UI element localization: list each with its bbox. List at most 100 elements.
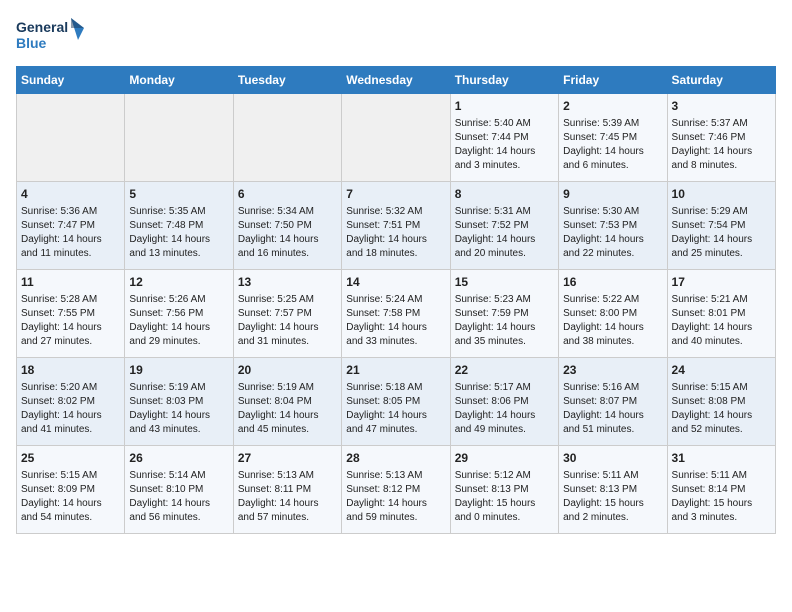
calendar-cell: 21Sunrise: 5:18 AM Sunset: 8:05 PM Dayli… [342, 358, 450, 446]
calendar-cell: 25 Sunrise: 5:15 AM Sunset: 8:09 PM Dayli… [17, 446, 125, 534]
day-info: Sunrise: 5:35 AM Sunset: 7:48 PM Dayligh… [129, 205, 228, 261]
calendar-cell: 24 Sunrise: 5:15 AM Sunset: 8:08 PM Dayli… [667, 358, 775, 446]
calendar-cell: 26 Sunrise: 5:14 AM Sunset: 8:10 PM Dayli… [125, 446, 233, 534]
day-number: 23 [563, 362, 662, 379]
day-number: 24 [672, 362, 771, 379]
day-info: Sunrise: 5:26 AM Sunset: 7:56 PM Dayligh… [129, 293, 228, 349]
svg-text:General: General [16, 19, 68, 35]
weekday-header: Sunday [17, 67, 125, 94]
calendar-cell: 1Sunrise: 5:40 AM Sunset: 7:44 PM Daylig… [450, 94, 558, 182]
day-number: 15 [455, 274, 554, 291]
calendar-cell: 15 Sunrise: 5:23 AM Sunset: 7:59 PM Dayli… [450, 270, 558, 358]
day-info: Sunrise: 5:36 AM Sunset: 7:47 PM Dayligh… [21, 205, 120, 261]
calendar-cell [125, 94, 233, 182]
calendar-cell [17, 94, 125, 182]
calendar-cell: 10Sunrise: 5:29 AM Sunset: 7:54 PM Dayli… [667, 182, 775, 270]
day-info: Sunrise: 5:11 AM Sunset: 8:14 PM Dayligh… [672, 469, 771, 525]
day-number: 30 [563, 450, 662, 467]
weekday-header: Thursday [450, 67, 558, 94]
day-number: 12 [129, 274, 228, 291]
calendar-week-row: 11 Sunrise: 5:28 AM Sunset: 7:55 PM Dayli… [17, 270, 776, 358]
day-number: 26 [129, 450, 228, 467]
svg-text:Blue: Blue [16, 35, 47, 51]
day-number: 17 [672, 274, 771, 291]
calendar-cell: 3 Sunrise: 5:37 AM Sunset: 7:46 PM Daylig… [667, 94, 775, 182]
calendar-cell: 13Sunrise: 5:25 AM Sunset: 7:57 PM Dayli… [233, 270, 341, 358]
calendar-cell [233, 94, 341, 182]
day-info: Sunrise: 5:12 AM Sunset: 8:13 PM Dayligh… [455, 469, 554, 525]
day-number: 27 [238, 450, 337, 467]
day-number: 11 [21, 274, 120, 291]
day-info: Sunrise: 5:29 AM Sunset: 7:54 PM Dayligh… [672, 205, 771, 261]
day-number: 5 [129, 186, 228, 203]
day-info: Sunrise: 5:18 AM Sunset: 8:05 PM Dayligh… [346, 381, 445, 437]
day-number: 4 [21, 186, 120, 203]
calendar-cell: 11 Sunrise: 5:28 AM Sunset: 7:55 PM Dayli… [17, 270, 125, 358]
day-info: Sunrise: 5:32 AM Sunset: 7:51 PM Dayligh… [346, 205, 445, 261]
day-number: 3 [672, 98, 771, 115]
day-number: 19 [129, 362, 228, 379]
calendar-cell: 16Sunrise: 5:22 AM Sunset: 8:00 PM Dayli… [559, 270, 667, 358]
calendar-week-row: 1Sunrise: 5:40 AM Sunset: 7:44 PM Daylig… [17, 94, 776, 182]
day-number: 20 [238, 362, 337, 379]
calendar-cell: 18 Sunrise: 5:20 AM Sunset: 8:02 PM Dayli… [17, 358, 125, 446]
calendar-cell: 17 Sunrise: 5:21 AM Sunset: 8:01 PM Dayli… [667, 270, 775, 358]
logo-svg: General Blue [16, 16, 86, 58]
calendar-cell: 5 Sunrise: 5:35 AM Sunset: 7:48 PM Daylig… [125, 182, 233, 270]
day-number: 13 [238, 274, 337, 291]
day-info: Sunrise: 5:34 AM Sunset: 7:50 PM Dayligh… [238, 205, 337, 261]
weekday-header: Friday [559, 67, 667, 94]
day-info: Sunrise: 5:30 AM Sunset: 7:53 PM Dayligh… [563, 205, 662, 261]
day-number: 9 [563, 186, 662, 203]
day-number: 28 [346, 450, 445, 467]
day-info: Sunrise: 5:23 AM Sunset: 7:59 PM Dayligh… [455, 293, 554, 349]
day-info: Sunrise: 5:11 AM Sunset: 8:13 PM Dayligh… [563, 469, 662, 525]
calendar-week-row: 18 Sunrise: 5:20 AM Sunset: 8:02 PM Dayli… [17, 358, 776, 446]
logo: General Blue [16, 16, 86, 58]
day-number: 2 [563, 98, 662, 115]
calendar-cell: 19Sunrise: 5:19 AM Sunset: 8:03 PM Dayli… [125, 358, 233, 446]
day-info: Sunrise: 5:22 AM Sunset: 8:00 PM Dayligh… [563, 293, 662, 349]
weekday-header-row: SundayMondayTuesdayWednesdayThursdayFrid… [17, 67, 776, 94]
calendar-cell: 30 Sunrise: 5:11 AM Sunset: 8:13 PM Dayli… [559, 446, 667, 534]
weekday-header: Monday [125, 67, 233, 94]
weekday-header: Wednesday [342, 67, 450, 94]
day-number: 14 [346, 274, 445, 291]
day-info: Sunrise: 5:31 AM Sunset: 7:52 PM Dayligh… [455, 205, 554, 261]
calendar-cell: 23 Sunrise: 5:16 AM Sunset: 8:07 PM Dayli… [559, 358, 667, 446]
day-info: Sunrise: 5:21 AM Sunset: 8:01 PM Dayligh… [672, 293, 771, 349]
calendar-cell [342, 94, 450, 182]
day-info: Sunrise: 5:16 AM Sunset: 8:07 PM Dayligh… [563, 381, 662, 437]
calendar-cell: 2Sunrise: 5:39 AM Sunset: 7:45 PM Daylig… [559, 94, 667, 182]
day-info: Sunrise: 5:40 AM Sunset: 7:44 PM Dayligh… [455, 117, 554, 173]
day-info: Sunrise: 5:37 AM Sunset: 7:46 PM Dayligh… [672, 117, 771, 173]
calendar-cell: 29 Sunrise: 5:12 AM Sunset: 8:13 PM Dayli… [450, 446, 558, 534]
day-info: Sunrise: 5:19 AM Sunset: 8:04 PM Dayligh… [238, 381, 337, 437]
weekday-header: Tuesday [233, 67, 341, 94]
day-info: Sunrise: 5:15 AM Sunset: 8:08 PM Dayligh… [672, 381, 771, 437]
day-number: 29 [455, 450, 554, 467]
day-info: Sunrise: 5:14 AM Sunset: 8:10 PM Dayligh… [129, 469, 228, 525]
day-info: Sunrise: 5:20 AM Sunset: 8:02 PM Dayligh… [21, 381, 120, 437]
calendar-cell: 12 Sunrise: 5:26 AM Sunset: 7:56 PM Dayli… [125, 270, 233, 358]
calendar-cell: 7Sunrise: 5:32 AM Sunset: 7:51 PM Daylig… [342, 182, 450, 270]
calendar-cell: 22Sunrise: 5:17 AM Sunset: 8:06 PM Dayli… [450, 358, 558, 446]
day-info: Sunrise: 5:15 AM Sunset: 8:09 PM Dayligh… [21, 469, 120, 525]
calendar-table: SundayMondayTuesdayWednesdayThursdayFrid… [16, 66, 776, 534]
day-number: 18 [21, 362, 120, 379]
day-info: Sunrise: 5:24 AM Sunset: 7:58 PM Dayligh… [346, 293, 445, 349]
calendar-cell: 31 Sunrise: 5:11 AM Sunset: 8:14 PM Dayli… [667, 446, 775, 534]
weekday-header: Saturday [667, 67, 775, 94]
calendar-week-row: 4 Sunrise: 5:36 AM Sunset: 7:47 PM Daylig… [17, 182, 776, 270]
day-number: 22 [455, 362, 554, 379]
calendar-cell: 27 Sunrise: 5:13 AM Sunset: 8:11 PM Dayli… [233, 446, 341, 534]
day-info: Sunrise: 5:13 AM Sunset: 8:11 PM Dayligh… [238, 469, 337, 525]
day-number: 6 [238, 186, 337, 203]
day-info: Sunrise: 5:13 AM Sunset: 8:12 PM Dayligh… [346, 469, 445, 525]
calendar-cell: 20 Sunrise: 5:19 AM Sunset: 8:04 PM Dayli… [233, 358, 341, 446]
day-number: 31 [672, 450, 771, 467]
day-info: Sunrise: 5:28 AM Sunset: 7:55 PM Dayligh… [21, 293, 120, 349]
calendar-cell: 6 Sunrise: 5:34 AM Sunset: 7:50 PM Daylig… [233, 182, 341, 270]
day-number: 25 [21, 450, 120, 467]
calendar-cell: 4 Sunrise: 5:36 AM Sunset: 7:47 PM Daylig… [17, 182, 125, 270]
